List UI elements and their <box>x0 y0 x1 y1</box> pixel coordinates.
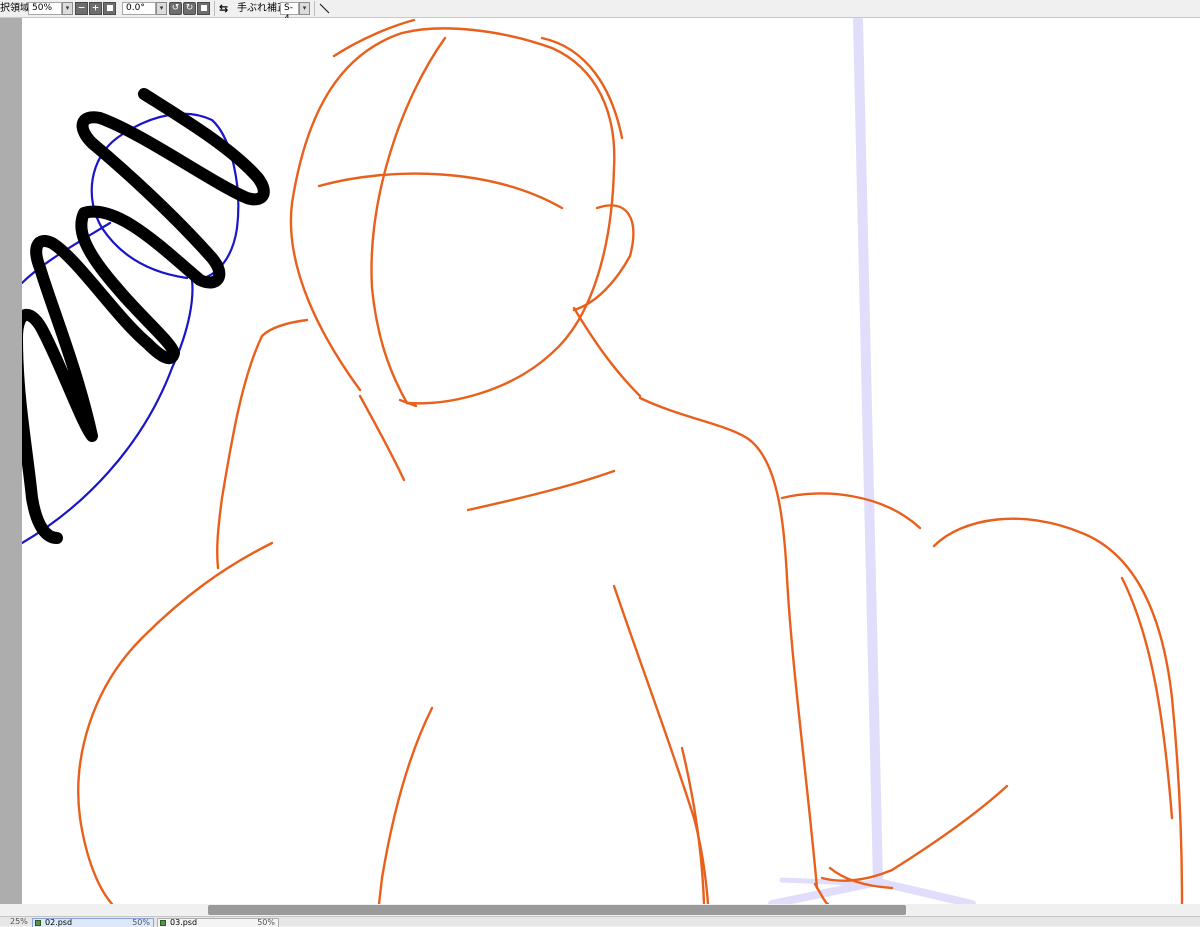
stabilizer-dropdown-chevron-down-icon[interactable]: ▾ <box>299 2 310 15</box>
rotate-left-icon[interactable]: ↺ <box>169 2 182 15</box>
navigator-zoom: 25% <box>10 917 28 926</box>
perspective-guide-lines <box>768 18 976 904</box>
rotation-dropdown-chevron-down-icon[interactable]: ▾ <box>156 2 167 15</box>
stabilizer-combo[interactable]: S-4 <box>280 2 299 24</box>
horizontal-scrollbar[interactable] <box>22 904 1200 916</box>
scrollbar-thumb[interactable] <box>208 905 906 915</box>
zoom-dropdown-chevron-down-icon[interactable]: ▾ <box>62 2 73 15</box>
figure-sketch-strokes <box>77 18 1184 904</box>
file-icon <box>160 920 166 926</box>
toolbar-divider <box>314 1 315 16</box>
zoom-in-plus-icon[interactable]: + <box>89 2 102 15</box>
zoom-combo[interactable]: 50% <box>28 2 62 15</box>
toolbar-divider <box>214 1 215 16</box>
document-tab-bar: 25% 02.psd 50% 03.psd 50% <box>0 916 1200 927</box>
rotate-right-icon[interactable]: ↻ <box>183 2 196 15</box>
rotation-reset-square-icon[interactable] <box>197 2 210 15</box>
flip-horizontal-icon[interactable]: ⇆ <box>219 2 228 15</box>
line-tool-icon[interactable] <box>318 2 331 15</box>
rotation-angle-combo[interactable]: 0.0° <box>122 2 156 15</box>
zoom-out-minus-icon[interactable]: − <box>75 2 88 15</box>
selection-area-label: 択領域 <box>0 3 30 14</box>
drawing-canvas[interactable] <box>22 18 1200 904</box>
zoom-reset-square-icon[interactable] <box>103 2 116 15</box>
file-icon <box>35 920 41 926</box>
tool-options-bar: 択領域 50% ▾ − + 0.0° ▾ ↺ ↻ ⇆ 手ぶれ補正 S-4 ▾ <box>0 0 1200 24</box>
sketch-artwork <box>22 18 1184 904</box>
canvas-left-gutter <box>0 18 22 904</box>
